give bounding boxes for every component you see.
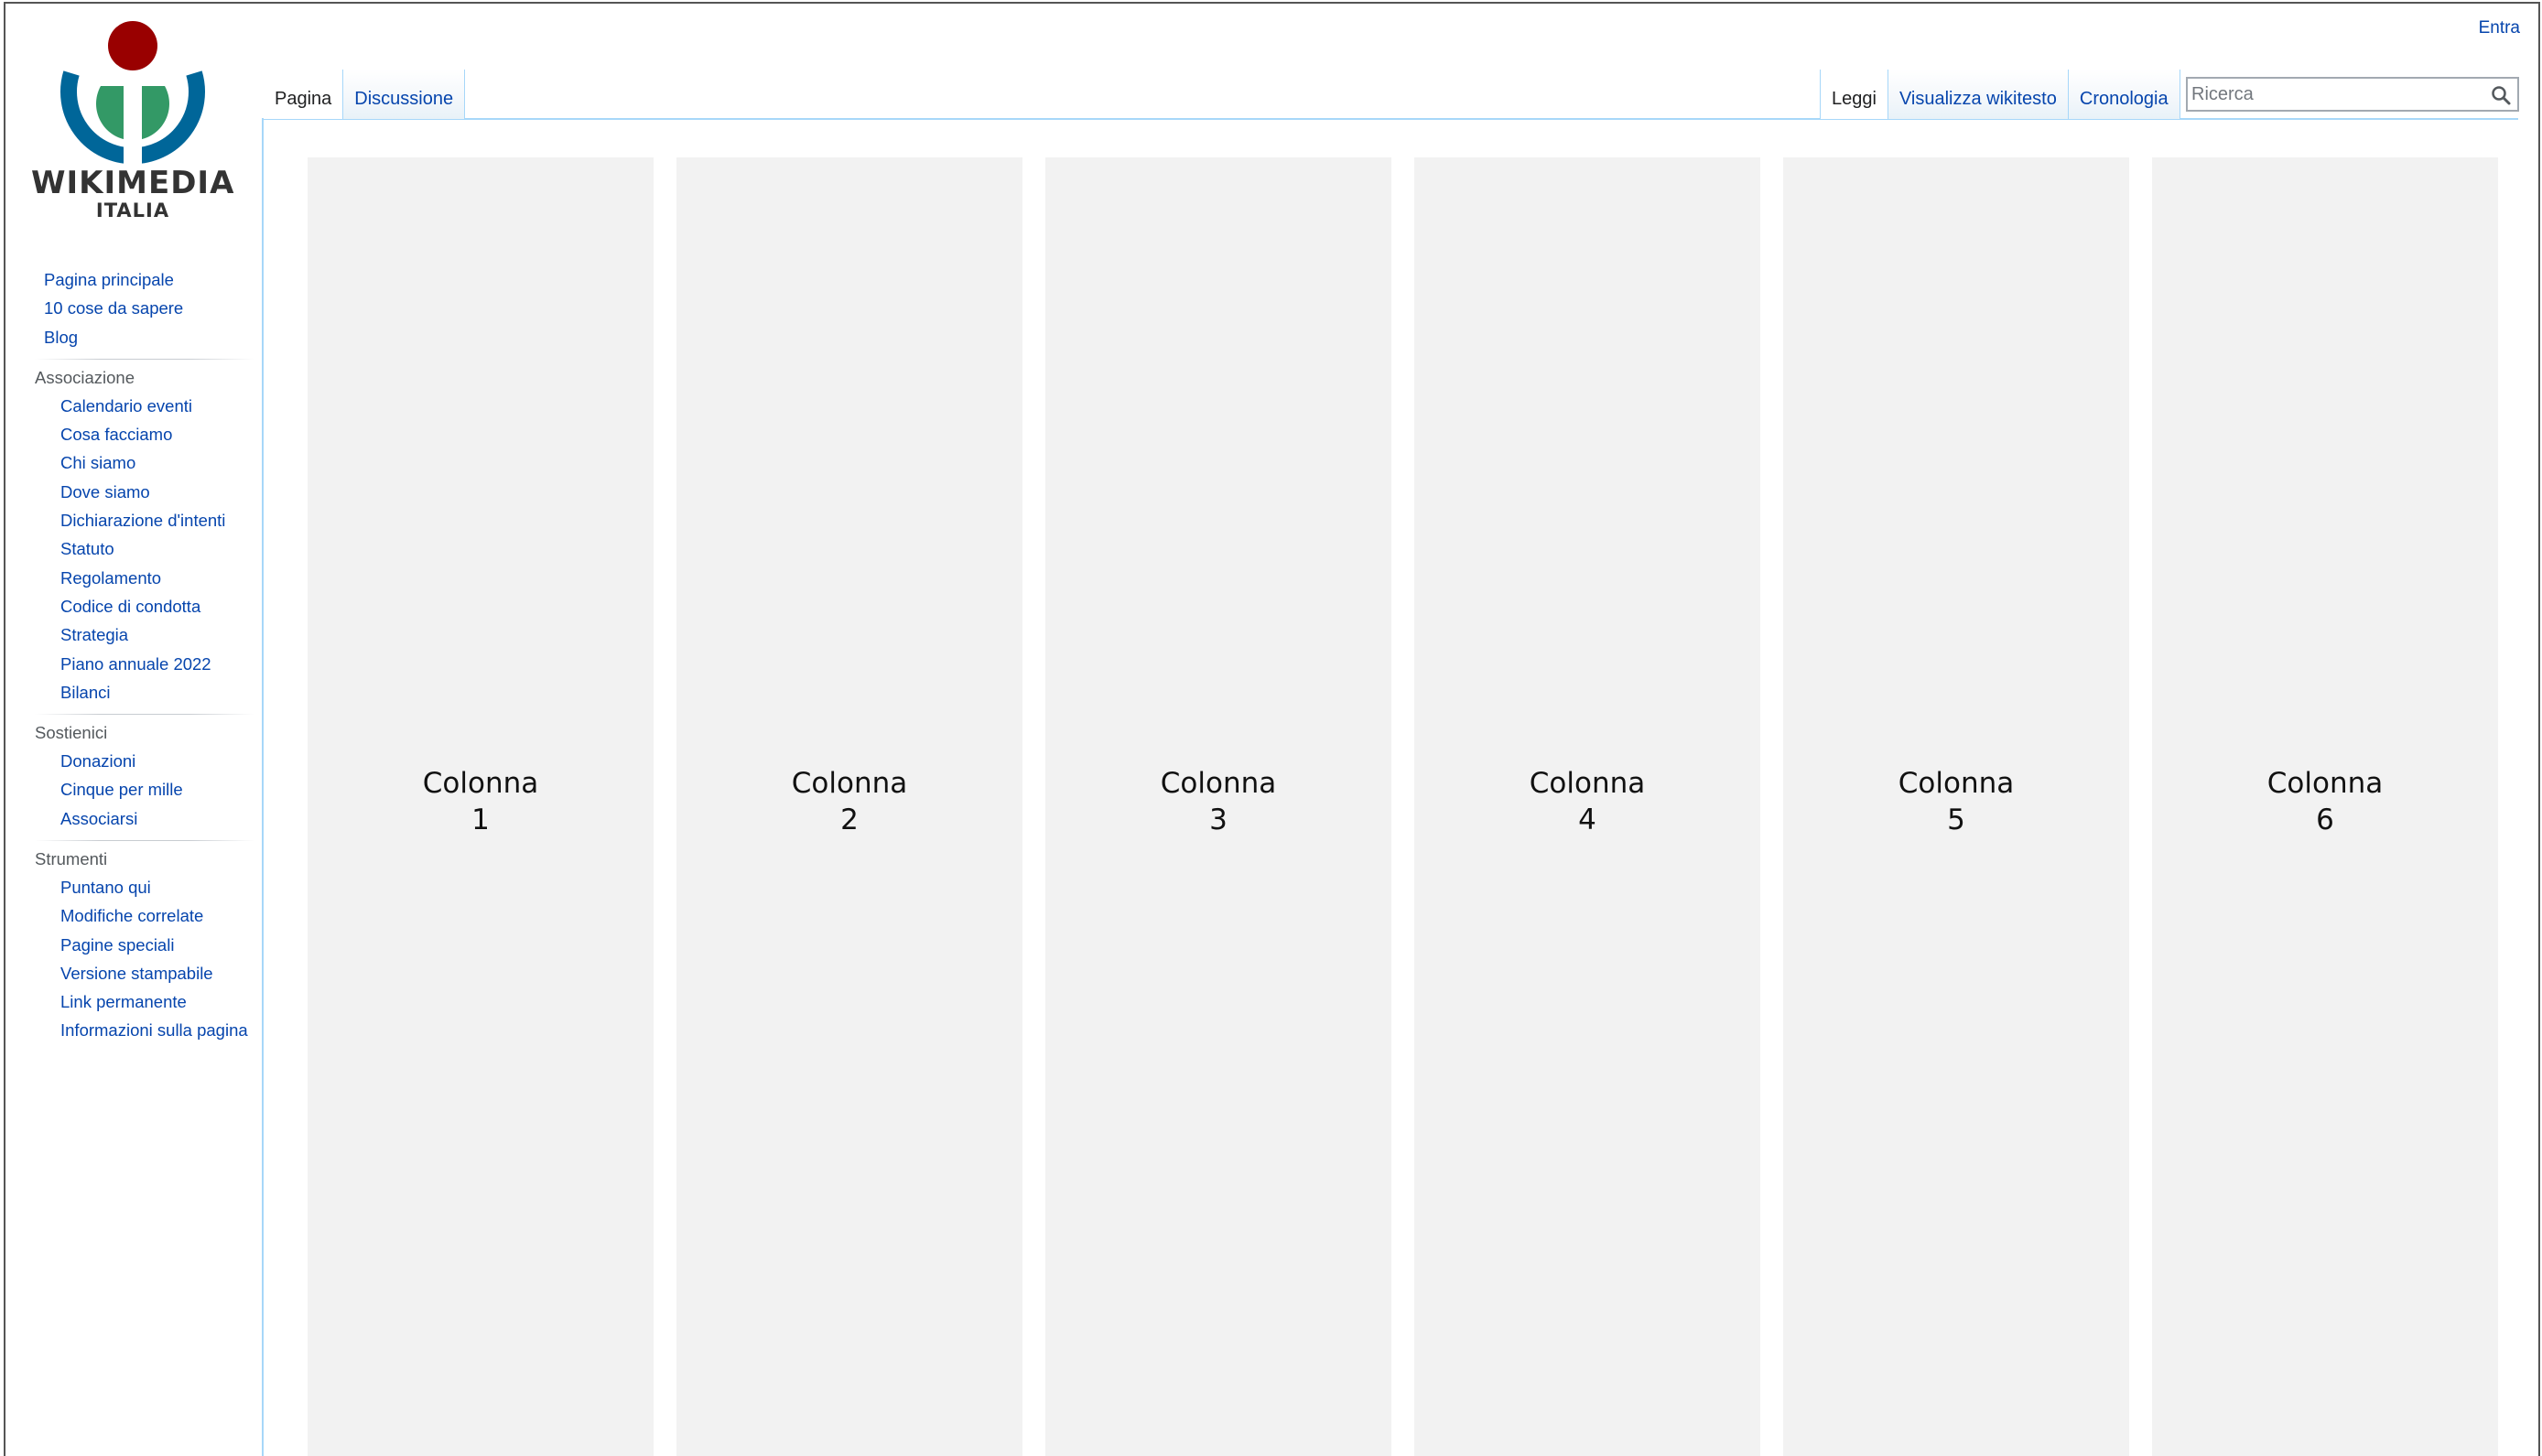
sidebar-divider (35, 358, 254, 360)
sidebar-section-sostienici: Sostienici Donazioni Cinque per mille As… (27, 718, 247, 833)
column-label: Colonna 1 (308, 765, 654, 838)
sidebar-main-links: Pagina principale 10 cose da sapere Blog (27, 265, 247, 351)
sidebar-section-associazione: Associazione Calendario eventi Cosa facc… (27, 363, 247, 706)
column-1: Colonna 1 (308, 157, 654, 1456)
tab-label: Pagina (275, 89, 332, 109)
sidebar-item-modifiche-correlate[interactable]: Modifiche correlate (60, 901, 247, 930)
login-link[interactable]: Entra (2479, 18, 2520, 38)
sidebar-item-regolamento[interactable]: Regolamento (60, 564, 247, 592)
sidebar-item-10-cose[interactable]: 10 cose da sapere (44, 294, 247, 322)
tab-discussione[interactable]: Discussione (343, 70, 466, 119)
column-6: Colonna 6 (2152, 157, 2498, 1456)
column-label: Colonna 3 (1045, 765, 1391, 838)
sidebar-section-strumenti: Strumenti Puntano qui Modifiche correlat… (27, 845, 248, 1040)
column-label: Colonna 6 (2152, 765, 2498, 838)
column-number: 1 (471, 803, 490, 836)
sidebar-divider (35, 840, 254, 842)
sidebar-item-chi-siamo[interactable]: Chi siamo (60, 448, 247, 477)
logo-subtitle: ITALIA (95, 200, 170, 221)
column-word: Colonna (791, 767, 908, 800)
sidebar-item-piano-annuale[interactable]: Piano annuale 2022 (60, 650, 247, 678)
sidebar-item-cinque-per-mille[interactable]: Cinque per mille (60, 775, 247, 803)
tab-label: Visualizza wikitesto (1898, 89, 2057, 109)
sidebar-heading: Sostienici (35, 723, 108, 743)
namespace-tabs: Pagina Discussione (264, 70, 466, 119)
tab-label: Discussione (354, 89, 454, 109)
tab-label: Cronologia (2079, 89, 2169, 109)
search-input[interactable] (2191, 81, 2475, 108)
column-word: Colonna (1898, 767, 2015, 800)
column-word: Colonna (1529, 767, 1646, 800)
column-number: 4 (1578, 803, 1596, 836)
column-5: Colonna 5 (1783, 157, 2129, 1456)
sidebar-item-donazioni[interactable]: Donazioni (60, 747, 247, 775)
column-number: 6 (2316, 803, 2334, 836)
sidebar-item-puntano-qui[interactable]: Puntano qui (60, 873, 247, 901)
sidebar-item-pagina-principale[interactable]: Pagina principale (44, 265, 247, 294)
view-tabs: Leggi Visualizza wikitesto Cronologia (1820, 70, 2180, 119)
sidebar-item-calendario-eventi[interactable]: Calendario eventi (60, 392, 247, 420)
column-word: Colonna (2266, 767, 2384, 800)
column-4: Colonna 4 (1414, 157, 1760, 1456)
sidebar-divider (35, 714, 254, 716)
column-word: Colonna (1160, 767, 1277, 800)
column-word: Colonna (422, 767, 539, 800)
sidebar-item-link-permanente[interactable]: Link permanente (60, 987, 247, 1016)
wikimedia-italia-logo[interactable]: WIKIMEDIA ITALIA (31, 20, 234, 221)
sidebar-heading: Strumenti (35, 849, 108, 869)
sidebar-item-dichiarazione-intenti[interactable]: Dichiarazione d'intenti (60, 506, 247, 534)
sidebar-heading: Associazione (35, 367, 135, 387)
sidebar-item-bilanci[interactable]: Bilanci (60, 678, 247, 706)
tab-label: Leggi (1832, 89, 1877, 109)
sidebar-item-informazioni-pagina[interactable]: Informazioni sulla pagina (60, 1020, 253, 1041)
logo-wordmark: WIKIMEDIA (31, 165, 235, 201)
column-number: 3 (1209, 803, 1228, 836)
sidebar-item-cosa-facciamo[interactable]: Cosa facciamo (60, 420, 247, 448)
column-number: 5 (1947, 803, 1965, 836)
sidebar-item-codice-di-condotta[interactable]: Codice di condotta (60, 592, 247, 620)
sidebar-item-blog[interactable]: Blog (44, 323, 247, 351)
column-label: Colonna 5 (1783, 765, 2129, 838)
column-2: Colonna 2 (676, 157, 1022, 1456)
tab-visualizza-wikitesto[interactable]: Visualizza wikitesto (1888, 70, 2069, 119)
tab-cronologia[interactable]: Cronologia (2068, 70, 2180, 119)
sidebar-item-dove-siamo[interactable]: Dove siamo (60, 478, 247, 506)
sidebar-item-statuto[interactable]: Statuto (60, 534, 247, 563)
column-number: 2 (840, 803, 859, 836)
logo-emblem-icon (60, 21, 205, 167)
sidebar-item-versione-stampabile[interactable]: Versione stampabile (60, 959, 247, 987)
tab-leggi[interactable]: Leggi (1820, 70, 1888, 119)
column-label: Colonna 4 (1414, 765, 1760, 838)
search-icon[interactable] (2490, 84, 2512, 106)
column-label: Colonna 2 (676, 765, 1022, 838)
search-box (2186, 77, 2519, 112)
content-left-border (262, 119, 264, 1456)
sidebar-item-associarsi[interactable]: Associarsi (60, 804, 247, 833)
sidebar: Pagina principale 10 cose da sapere Blog… (27, 265, 254, 1041)
sidebar-item-strategia[interactable]: Strategia (60, 620, 247, 649)
sidebar-item-pagine-speciali[interactable]: Pagine speciali (60, 931, 247, 959)
column-3: Colonna 3 (1045, 157, 1391, 1456)
tab-pagina[interactable]: Pagina (264, 70, 344, 119)
